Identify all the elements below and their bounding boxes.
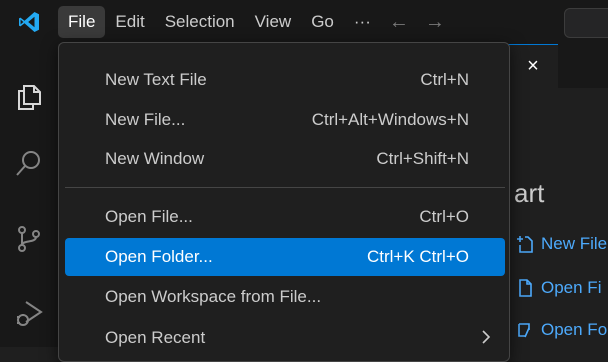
tab-strip (558, 44, 608, 88)
menu-file[interactable]: File (58, 6, 106, 38)
menu-item-label: Open File... (105, 207, 193, 226)
search-icon[interactable] (14, 148, 44, 178)
forward-arrow-icon[interactable]: → (417, 11, 453, 34)
open-folder-icon (518, 323, 530, 338)
new-file-icon (517, 236, 533, 253)
back-arrow-icon[interactable]: ← (381, 11, 417, 34)
run-debug-icon[interactable] (14, 298, 44, 328)
explorer-icon[interactable] (14, 82, 44, 112)
welcome-link-label: Open Fi (541, 278, 602, 297)
menu-go[interactable]: Go (301, 6, 344, 38)
menu-item-label: Open Recent (105, 328, 206, 347)
menu-item-open-recent[interactable]: Open Recent (65, 319, 505, 357)
menu-item-shortcut: Ctrl+N (420, 70, 469, 89)
menu-separator (65, 187, 505, 188)
menu-item-shortcut: Ctrl+Shift+N (376, 149, 469, 168)
title-bar: File Edit Selection View Go ··· ← → (0, 0, 608, 44)
menu-item-label: New Text File (105, 70, 207, 89)
menu-item-new-file[interactable]: New File... Ctrl+Alt+Windows+N (65, 101, 505, 139)
welcome-link-label: Open Fo (541, 320, 608, 339)
source-control-icon[interactable] (14, 224, 44, 254)
chevron-right-icon (482, 330, 491, 344)
tab-welcome[interactable]: × (508, 44, 558, 88)
menu-item-label: Open Workspace from File... (105, 287, 322, 306)
menu-item-open-folder[interactable]: Open Folder... Ctrl+K Ctrl+O (65, 238, 505, 276)
file-menu-dropdown: New Text File Ctrl+N New File... Ctrl+Al… (58, 42, 510, 362)
vscode-logo-icon (0, 0, 58, 44)
welcome-link-open-folder[interactable]: Open Fo (515, 320, 607, 340)
menu-item-label: New File... (105, 110, 186, 129)
menu-item-label: New Window (105, 149, 205, 168)
activity-bar (0, 44, 58, 347)
open-file-icon (519, 279, 532, 297)
menu-item-shortcut: Ctrl+Alt+Windows+N (311, 110, 469, 129)
menu-item-open-workspace[interactable]: Open Workspace from File... (65, 278, 505, 316)
menu-view[interactable]: View (245, 6, 302, 38)
menu-item-new-window[interactable]: New Window Ctrl+Shift+N (65, 140, 505, 178)
welcome-link-open-file[interactable]: Open Fi (515, 278, 601, 298)
command-center[interactable] (564, 8, 608, 38)
menu-more[interactable]: ··· (344, 6, 381, 38)
close-icon[interactable]: × (527, 55, 539, 78)
menu-item-open-file[interactable]: Open File... Ctrl+O (65, 198, 505, 236)
menu-item-label: Open Folder... (105, 247, 213, 266)
welcome-link-new-file[interactable]: New File (515, 234, 607, 254)
menu-selection[interactable]: Selection (155, 6, 245, 38)
welcome-heading: art (514, 178, 545, 208)
welcome-link-label: New File (541, 234, 608, 253)
menu-item-shortcut: Ctrl+K Ctrl+O (366, 247, 469, 266)
menu-item-shortcut: Ctrl+O (419, 207, 469, 226)
menu-item-new-text-file[interactable]: New Text File Ctrl+N (65, 61, 505, 99)
menu-edit[interactable]: Edit (105, 6, 154, 38)
